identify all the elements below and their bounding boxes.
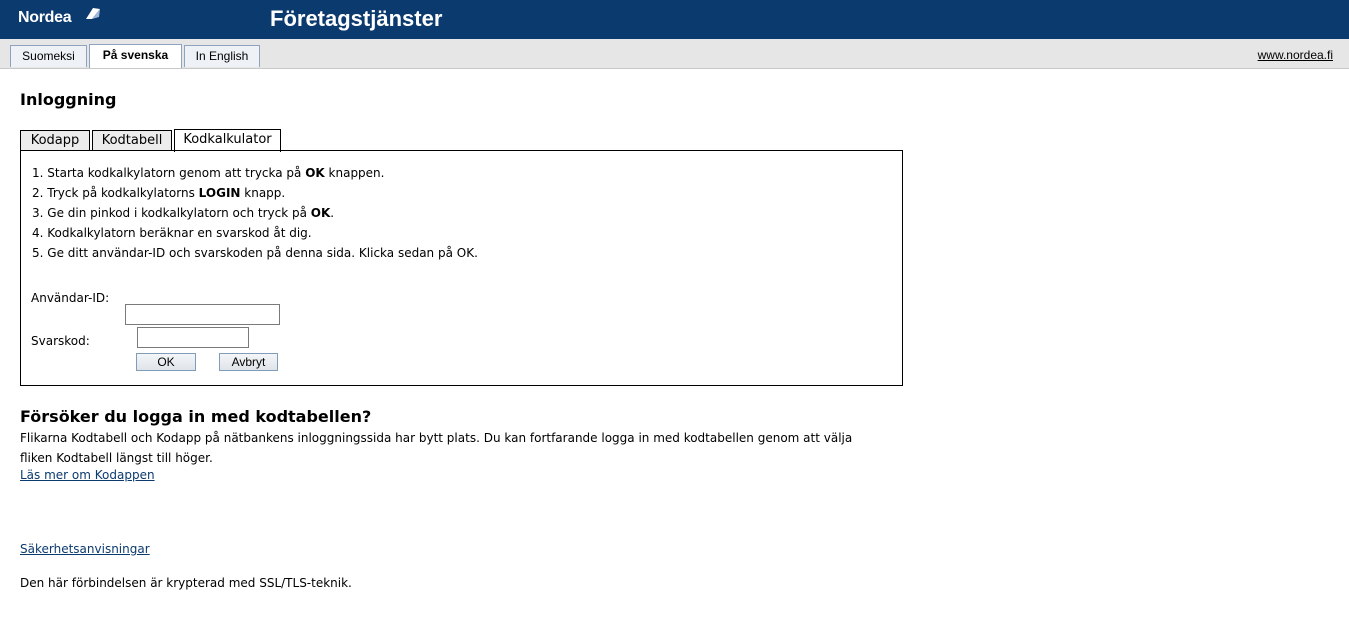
language-bar: Suomeksi På svenska In English www.norde…	[0, 39, 1349, 69]
tab-kodapp[interactable]: Kodapp	[20, 130, 90, 151]
nordea-sail-logo-icon	[86, 8, 100, 19]
instruction-step: 1. Starta kodkalkylatorn genom att tryck…	[32, 166, 385, 180]
login-panel: 1. Starta kodkalkylatorn genom att tryck…	[20, 150, 903, 386]
app-title: Företagstjänster	[270, 6, 443, 31]
nordea-site-link[interactable]: www.nordea.fi	[1258, 48, 1333, 62]
tab-kodkalkulator[interactable]: Kodkalkulator	[174, 129, 281, 152]
instruction-step: 2. Tryck på kodkalkylatorns LOGIN knapp.	[32, 186, 286, 200]
response-code-label: Svarskod:	[31, 334, 90, 348]
lang-tab-swedish[interactable]: På svenska	[89, 44, 182, 68]
user-id-label: Användar-ID:	[31, 291, 110, 305]
nordea-logo[interactable]: Nordea	[18, 9, 72, 27]
info-paragraph: Flikarna Kodtabell och Kodapp på nätbank…	[20, 428, 920, 468]
instruction-step: 4. Kodkalkylatorn beräknar en svarskod å…	[32, 226, 312, 240]
instruction-list: 1. Starta kodkalkylatorn genom att tryck…	[32, 163, 478, 263]
ok-button[interactable]: OK	[136, 353, 196, 371]
user-id-input[interactable]	[125, 304, 280, 325]
top-header-bar: Nordea Företagstjänster	[0, 0, 1349, 39]
response-code-input[interactable]	[137, 327, 249, 348]
instruction-step: 3. Ge din pinkod i kodkalkylatorn och tr…	[32, 206, 335, 220]
info-heading: Försöker du logga in med kodtabellen?	[20, 407, 372, 426]
ssl-notice: Den här förbindelsen är krypterad med SS…	[20, 576, 352, 590]
info-line: Flikarna Kodtabell och Kodapp på nätbank…	[20, 431, 853, 445]
lang-tab-english[interactable]: In English	[184, 45, 260, 67]
tab-kodtabell[interactable]: Kodtabell	[92, 130, 172, 151]
info-line: fliken Kodtabell längst till höger.	[20, 451, 213, 465]
lang-tab-finnish[interactable]: Suomeksi	[10, 45, 87, 67]
cancel-button[interactable]: Avbryt	[219, 353, 278, 371]
read-more-link[interactable]: Läs mer om Kodappen	[20, 468, 155, 482]
page-title: Inloggning	[20, 90, 117, 109]
instruction-step: 5. Ge ditt användar-ID och svarskoden på…	[32, 246, 478, 260]
security-instructions-link[interactable]: Säkerhetsanvisningar	[20, 542, 150, 556]
